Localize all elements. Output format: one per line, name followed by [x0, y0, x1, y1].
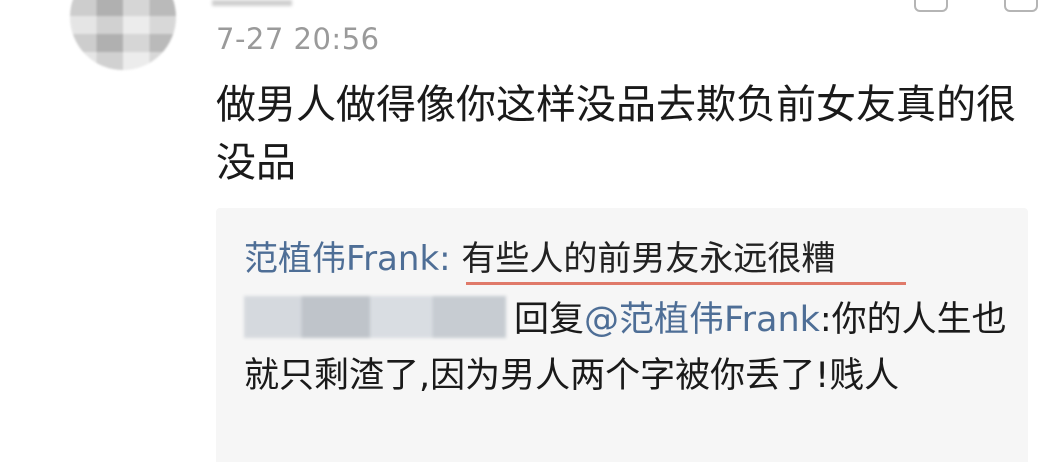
comment-timestamp: 7-27 20:56 — [216, 22, 380, 56]
reply-mention-link[interactable]: @范植伟Frank — [584, 300, 820, 340]
share-icon[interactable] — [914, 0, 948, 12]
avatar[interactable] — [70, 0, 176, 70]
reply-text: 回复@范植伟Frank:你的人生也就只剩渣了,因为男人两个字被你丢了!贱人 — [244, 292, 1014, 404]
quoted-post[interactable]: 范植伟Frank: 有些人的前男友永远很糟 — [244, 236, 835, 282]
comment-icon[interactable] — [1004, 0, 1038, 12]
username-redacted[interactable] — [212, 0, 292, 6]
comment-text: 做男人做得像你这样没品去欺负前女友真的很没品 — [216, 82, 1016, 186]
quoted-author-link[interactable]: 范植伟Frank — [244, 239, 439, 279]
quoted-post-text: 有些人的前男友永远很糟 — [461, 239, 836, 279]
highlight-underline — [466, 282, 906, 285]
quoted-separator: : — [439, 239, 451, 279]
reply-prefix: 回复 — [514, 300, 585, 340]
